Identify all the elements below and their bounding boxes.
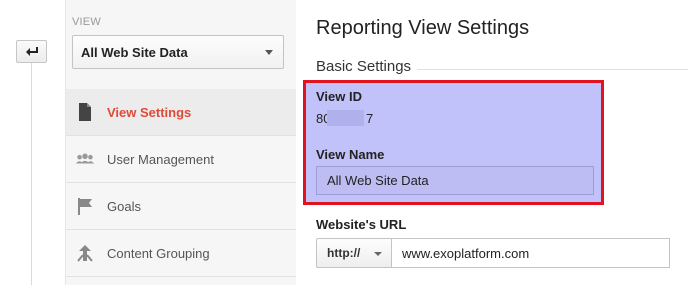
content-grouping-icon: [74, 242, 96, 264]
chevron-down-icon: [265, 50, 273, 55]
view-select[interactable]: All Web Site Data: [72, 35, 284, 69]
back-arrow-icon: [25, 46, 38, 56]
section-divider: [417, 69, 688, 70]
view-name-value: All Web Site Data: [327, 173, 429, 188]
sidebar-item-label: View Settings: [107, 104, 192, 120]
sidebar-item-label: Goals: [107, 198, 141, 214]
sidebar-item-content-grouping[interactable]: Content Grouping: [66, 230, 296, 277]
document-icon: [74, 101, 96, 123]
website-url-input[interactable]: www.exoplatform.com: [392, 238, 670, 268]
website-url-label: Website's URL: [316, 217, 407, 232]
section-title: Basic Settings: [316, 58, 412, 75]
view-id-suffix: 7: [366, 111, 374, 126]
users-icon: [74, 148, 96, 170]
sidebar: VIEW All Web Site Data View Settings Use…: [65, 0, 305, 285]
view-label: VIEW: [72, 16, 101, 28]
sidebar-item-label: User Management: [107, 151, 214, 167]
flag-icon: [74, 195, 96, 217]
sidebar-nav: View Settings User Management Goals Cont…: [66, 89, 305, 277]
website-url-value: www.exoplatform.com: [402, 245, 530, 261]
main-panel: Reporting View Settings Basic Settings V…: [296, 0, 688, 285]
view-select-value: All Web Site Data: [81, 44, 188, 60]
chevron-down-icon: [374, 252, 382, 256]
gutter-line: [31, 60, 32, 285]
left-gutter: [0, 0, 65, 285]
sidebar-item-view-settings[interactable]: View Settings: [66, 89, 305, 136]
redacted-block: [327, 110, 364, 126]
sidebar-item-user-management[interactable]: User Management: [66, 136, 296, 183]
protocol-select[interactable]: http://: [316, 238, 392, 268]
view-name-input[interactable]: All Web Site Data: [316, 166, 594, 195]
page-title: Reporting View Settings: [316, 17, 530, 39]
back-button[interactable]: [16, 40, 47, 63]
view-id-label: View ID: [316, 89, 363, 104]
protocol-value: http://: [327, 246, 361, 260]
sidebar-item-label: Content Grouping: [107, 245, 210, 261]
view-name-label: View Name: [316, 147, 385, 162]
sidebar-item-goals[interactable]: Goals: [66, 183, 296, 230]
